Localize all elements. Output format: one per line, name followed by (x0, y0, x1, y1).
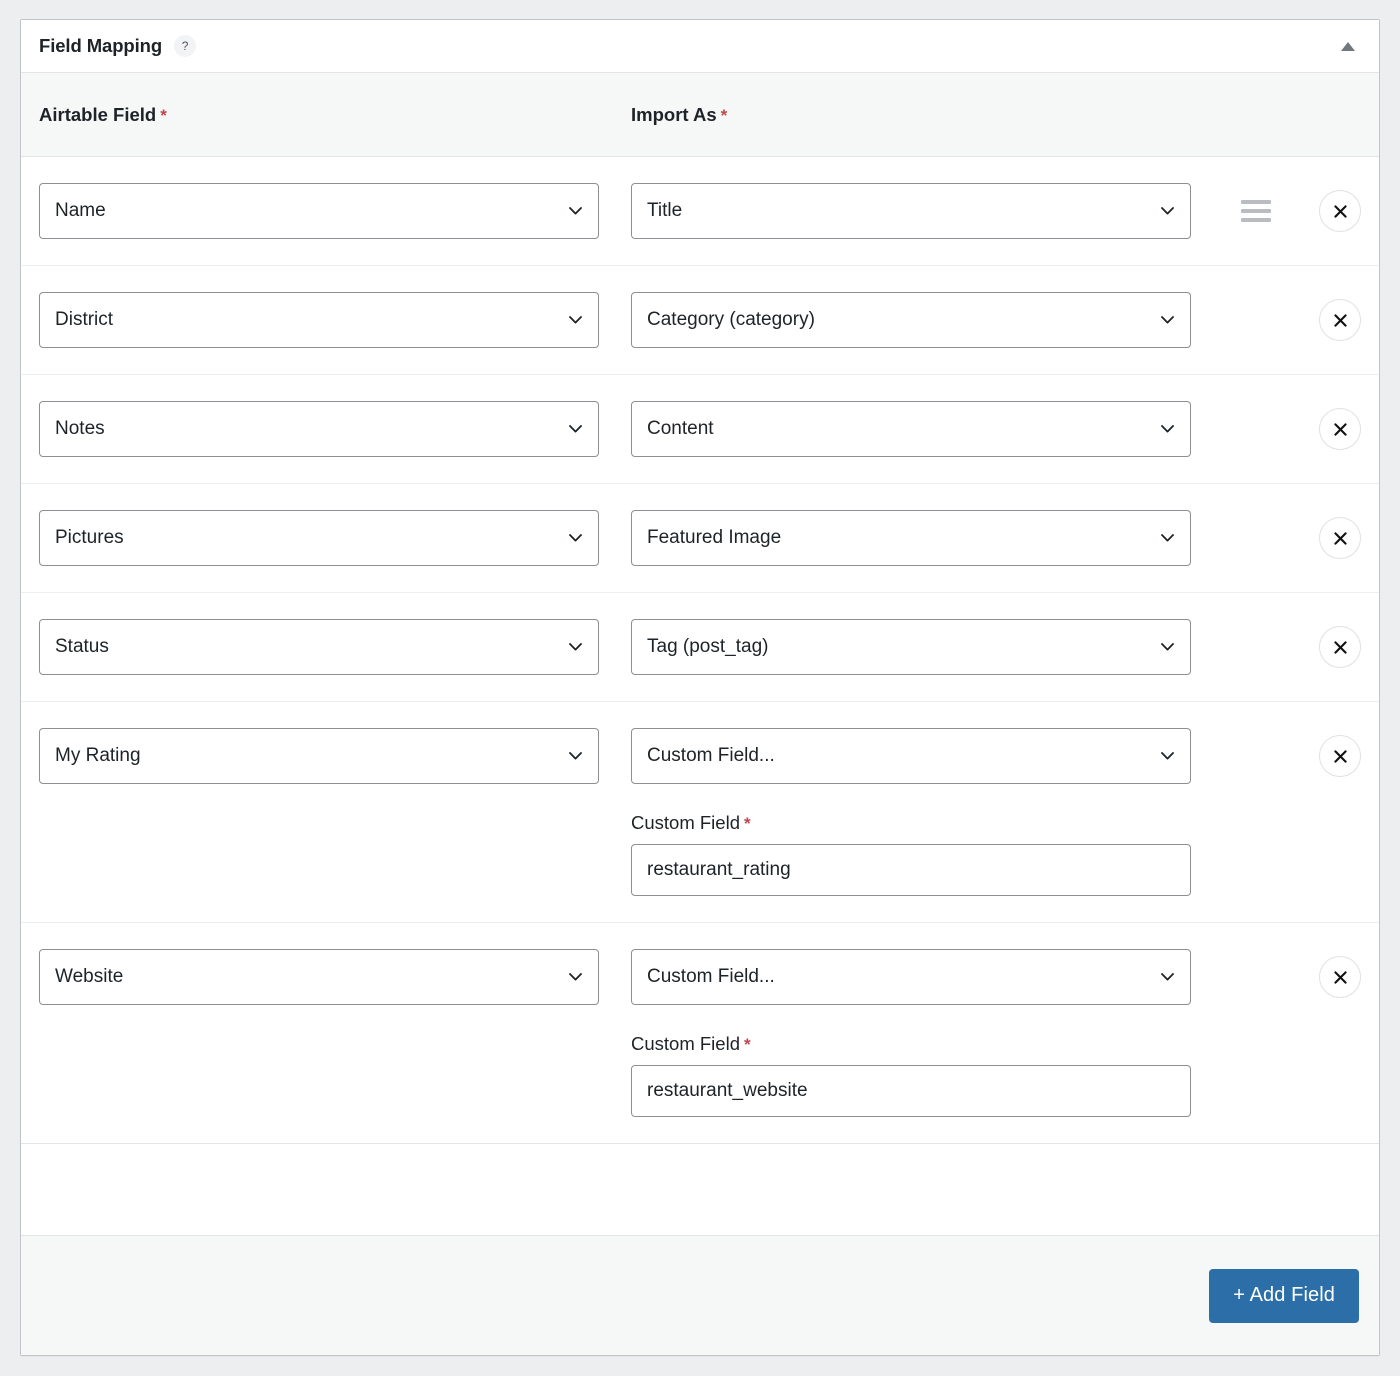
close-icon (1333, 422, 1347, 436)
import-as-select-wrap: Custom Field... (631, 728, 1191, 784)
import-as-cell: Featured Image (631, 510, 1223, 566)
import-as-select[interactable]: Custom Field... (631, 949, 1191, 1005)
close-icon (1333, 531, 1347, 545)
table-row: My Rating Custom Field... Custom Field * (21, 702, 1379, 923)
import-as-cell: Category (category) (631, 292, 1223, 348)
row-tools (1223, 949, 1361, 1005)
close-icon (1333, 204, 1347, 218)
drag-handle-icon[interactable] (1241, 200, 1271, 222)
import-as-select[interactable]: Tag (post_tag) (631, 619, 1191, 675)
airtable-field-select[interactable]: Website (39, 949, 599, 1005)
column-header-import-as: Import As * (631, 104, 1361, 126)
custom-field-block: Custom Field * (631, 812, 1223, 896)
import-as-select[interactable]: Category (category) (631, 292, 1191, 348)
airtable-field-select-wrap: Website (39, 949, 599, 1005)
import-as-cell: Title (631, 183, 1223, 239)
airtable-field-select-wrap: My Rating (39, 728, 599, 784)
airtable-field-select[interactable]: Notes (39, 401, 599, 457)
row-tools (1223, 728, 1361, 784)
page-title: Field Mapping (39, 35, 163, 56)
column-header-import-as-label: Import As (631, 103, 717, 125)
import-as-select[interactable]: Featured Image (631, 510, 1191, 566)
import-as-cell: Tag (post_tag) (631, 619, 1223, 675)
remove-row-button[interactable] (1319, 408, 1361, 450)
field-mapping-rows: Name Title District Category (category) … (21, 157, 1379, 1235)
triangle-up-icon (1341, 41, 1355, 51)
required-asterisk: * (720, 105, 728, 125)
row-tools (1223, 619, 1361, 675)
airtable-field-cell: My Rating (39, 728, 631, 784)
remove-row-button[interactable] (1319, 190, 1361, 232)
close-icon (1333, 640, 1347, 654)
airtable-field-cell: Name (39, 183, 631, 239)
custom-field-label: Custom Field * (631, 812, 1223, 834)
row-tools (1223, 183, 1361, 239)
airtable-field-select-wrap: Notes (39, 401, 599, 457)
import-as-cell: Content (631, 401, 1223, 457)
required-asterisk: * (160, 105, 167, 125)
airtable-field-cell: Website (39, 949, 631, 1005)
row-tools (1223, 401, 1361, 457)
airtable-field-select[interactable]: Status (39, 619, 599, 675)
table-row: Website Custom Field... Custom Field * (21, 923, 1379, 1144)
airtable-field-select-wrap: Name (39, 183, 599, 239)
import-as-select-wrap: Category (category) (631, 292, 1191, 348)
custom-field-label-text: Custom Field (631, 1033, 740, 1054)
required-asterisk: * (743, 814, 751, 833)
table-row: Name Title (21, 157, 1379, 266)
remove-row-button[interactable] (1319, 517, 1361, 559)
remove-row-button[interactable] (1319, 735, 1361, 777)
custom-field-label: Custom Field * (631, 1033, 1223, 1055)
close-icon (1333, 970, 1347, 984)
panel-header: Field Mapping ? (21, 20, 1379, 73)
import-as-select-wrap: Title (631, 183, 1191, 239)
add-field-button[interactable]: + Add Field (1209, 1268, 1359, 1323)
airtable-field-cell: District (39, 292, 631, 348)
import-as-select[interactable]: Title (631, 183, 1191, 239)
airtable-field-cell: Pictures (39, 510, 631, 566)
airtable-field-select-wrap: District (39, 292, 599, 348)
airtable-field-cell: Status (39, 619, 631, 675)
required-asterisk: * (743, 1035, 751, 1054)
table-row: Status Tag (post_tag) (21, 593, 1379, 702)
custom-field-input[interactable] (631, 844, 1191, 896)
row-tools (1223, 510, 1361, 566)
custom-field-block: Custom Field * (631, 1033, 1223, 1117)
remove-row-button[interactable] (1319, 299, 1361, 341)
remove-row-button[interactable] (1319, 626, 1361, 668)
airtable-field-select[interactable]: Name (39, 183, 599, 239)
custom-field-label-text: Custom Field (631, 812, 740, 833)
column-header-row: Airtable Field * Import As * (21, 73, 1379, 157)
import-as-select-wrap: Content (631, 401, 1191, 457)
import-as-cell: Custom Field... Custom Field * (631, 949, 1223, 1117)
import-as-select[interactable]: Content (631, 401, 1191, 457)
custom-field-input[interactable] (631, 1065, 1191, 1117)
airtable-field-cell: Notes (39, 401, 631, 457)
row-tools (1223, 292, 1361, 348)
page-root: Field Mapping ? Airtable Field * Import A… (0, 0, 1400, 1376)
table-row: Notes Content (21, 375, 1379, 484)
airtable-field-select[interactable]: Pictures (39, 510, 599, 566)
import-as-select-wrap: Custom Field... (631, 949, 1191, 1005)
import-as-cell: Custom Field... Custom Field * (631, 728, 1223, 896)
table-row: District Category (category) (21, 266, 1379, 375)
table-row: Pictures Featured Image (21, 484, 1379, 593)
column-header-airtable-field: Airtable Field * (39, 104, 631, 126)
panel-footer: + Add Field (21, 1235, 1379, 1355)
collapse-panel-toggle[interactable] (1335, 33, 1361, 59)
close-icon (1333, 749, 1347, 763)
close-icon (1333, 313, 1347, 327)
airtable-field-select-wrap: Status (39, 619, 599, 675)
remove-row-button[interactable] (1319, 956, 1361, 998)
field-mapping-panel: Field Mapping ? Airtable Field * Import A… (20, 19, 1380, 1356)
column-header-airtable-field-label: Airtable Field (39, 103, 157, 125)
import-as-select-wrap: Featured Image (631, 510, 1191, 566)
airtable-field-select[interactable]: My Rating (39, 728, 599, 784)
airtable-field-select-wrap: Pictures (39, 510, 599, 566)
help-icon[interactable]: ? (174, 35, 197, 57)
airtable-field-select[interactable]: District (39, 292, 599, 348)
import-as-select-wrap: Tag (post_tag) (631, 619, 1191, 675)
import-as-select[interactable]: Custom Field... (631, 728, 1191, 784)
